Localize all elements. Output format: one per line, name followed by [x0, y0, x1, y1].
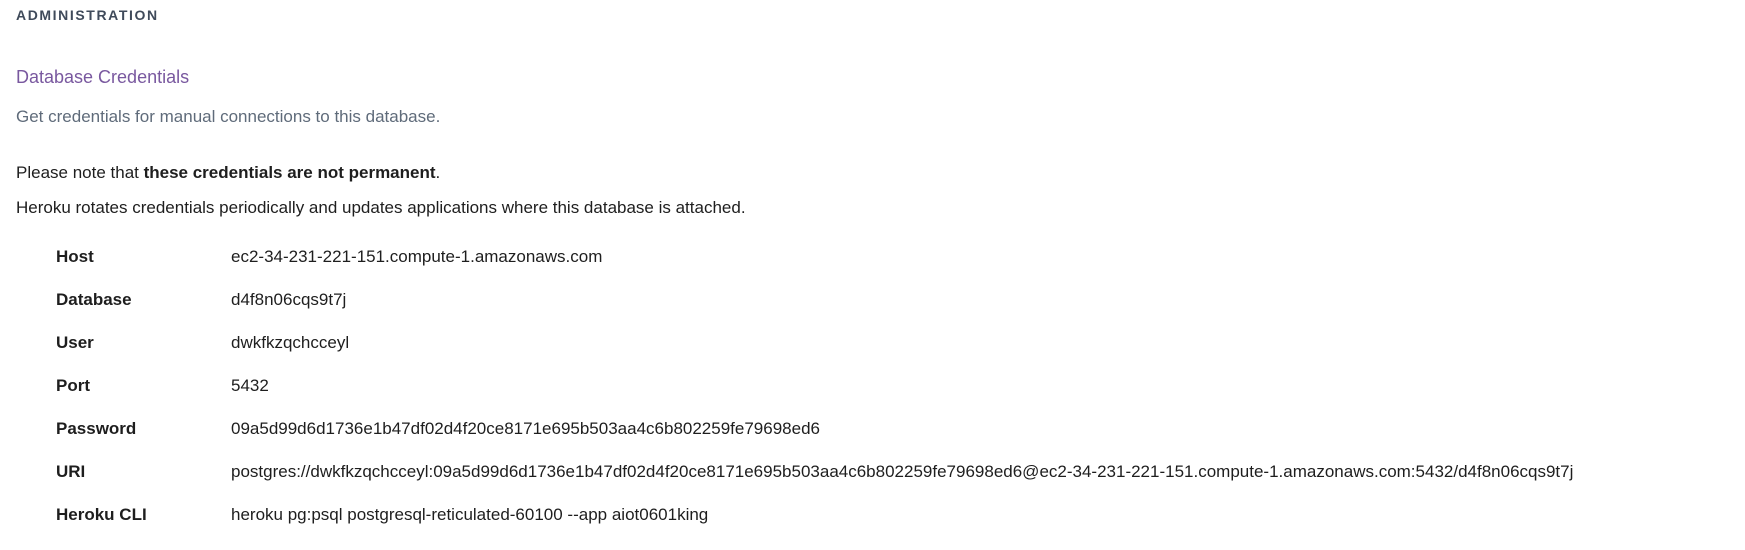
credential-value-host[interactable]: ec2-34-231-221-151.compute-1.amazonaws.c…: [231, 247, 602, 267]
note-emphasis: these credentials are not permanent: [143, 163, 436, 182]
credential-value-database[interactable]: d4f8n06cqs9t7j: [231, 290, 346, 310]
credential-row-port: Port 5432: [56, 373, 1736, 416]
credentials-list: Host ec2-34-231-221-151.compute-1.amazon…: [56, 244, 1736, 545]
credential-label: Host: [56, 247, 94, 266]
credential-label: URI: [56, 462, 86, 481]
rotation-note: Heroku rotates credentials periodically …: [16, 198, 746, 217]
credential-value-user[interactable]: dwkfkzqchcceyl: [231, 333, 349, 353]
card-description: Get credentials for manual connections t…: [16, 107, 441, 126]
credential-row-database: Database d4f8n06cqs9t7j: [56, 287, 1736, 330]
credential-label: Password: [56, 419, 137, 438]
credential-row-user: User dwkfkzqchcceyl: [56, 330, 1736, 373]
credential-label: Port: [56, 376, 90, 395]
credential-row-uri: URI postgres://dwkfkzqchcceyl:09a5d99d6d…: [56, 459, 1736, 502]
note-prefix: Please note that: [16, 163, 144, 182]
note-suffix: .: [435, 163, 441, 182]
card-title: Database Credentials: [16, 67, 190, 87]
credential-label: User: [56, 333, 94, 352]
credential-value-uri[interactable]: postgres://dwkfkzqchcceyl:09a5d99d6d1736…: [231, 462, 1573, 482]
credential-row-password: Password 09a5d99d6d1736e1b47df02d4f20ce8…: [56, 416, 1736, 459]
credential-label: Database: [56, 290, 132, 309]
credential-value-heroku-cli[interactable]: heroku pg:psql postgresql-reticulated-60…: [231, 505, 708, 525]
permanence-note: Please note that these credentials are n…: [16, 163, 440, 183]
section-header: ADMINISTRATION: [16, 7, 159, 23]
credential-row-host: Host ec2-34-231-221-151.compute-1.amazon…: [56, 244, 1736, 287]
credential-row-heroku-cli: Heroku CLI heroku pg:psql postgresql-ret…: [56, 502, 1736, 545]
credential-value-port[interactable]: 5432: [231, 376, 269, 396]
credential-label: Heroku CLI: [56, 505, 147, 524]
credential-value-password[interactable]: 09a5d99d6d1736e1b47df02d4f20ce8171e695b5…: [231, 419, 820, 439]
